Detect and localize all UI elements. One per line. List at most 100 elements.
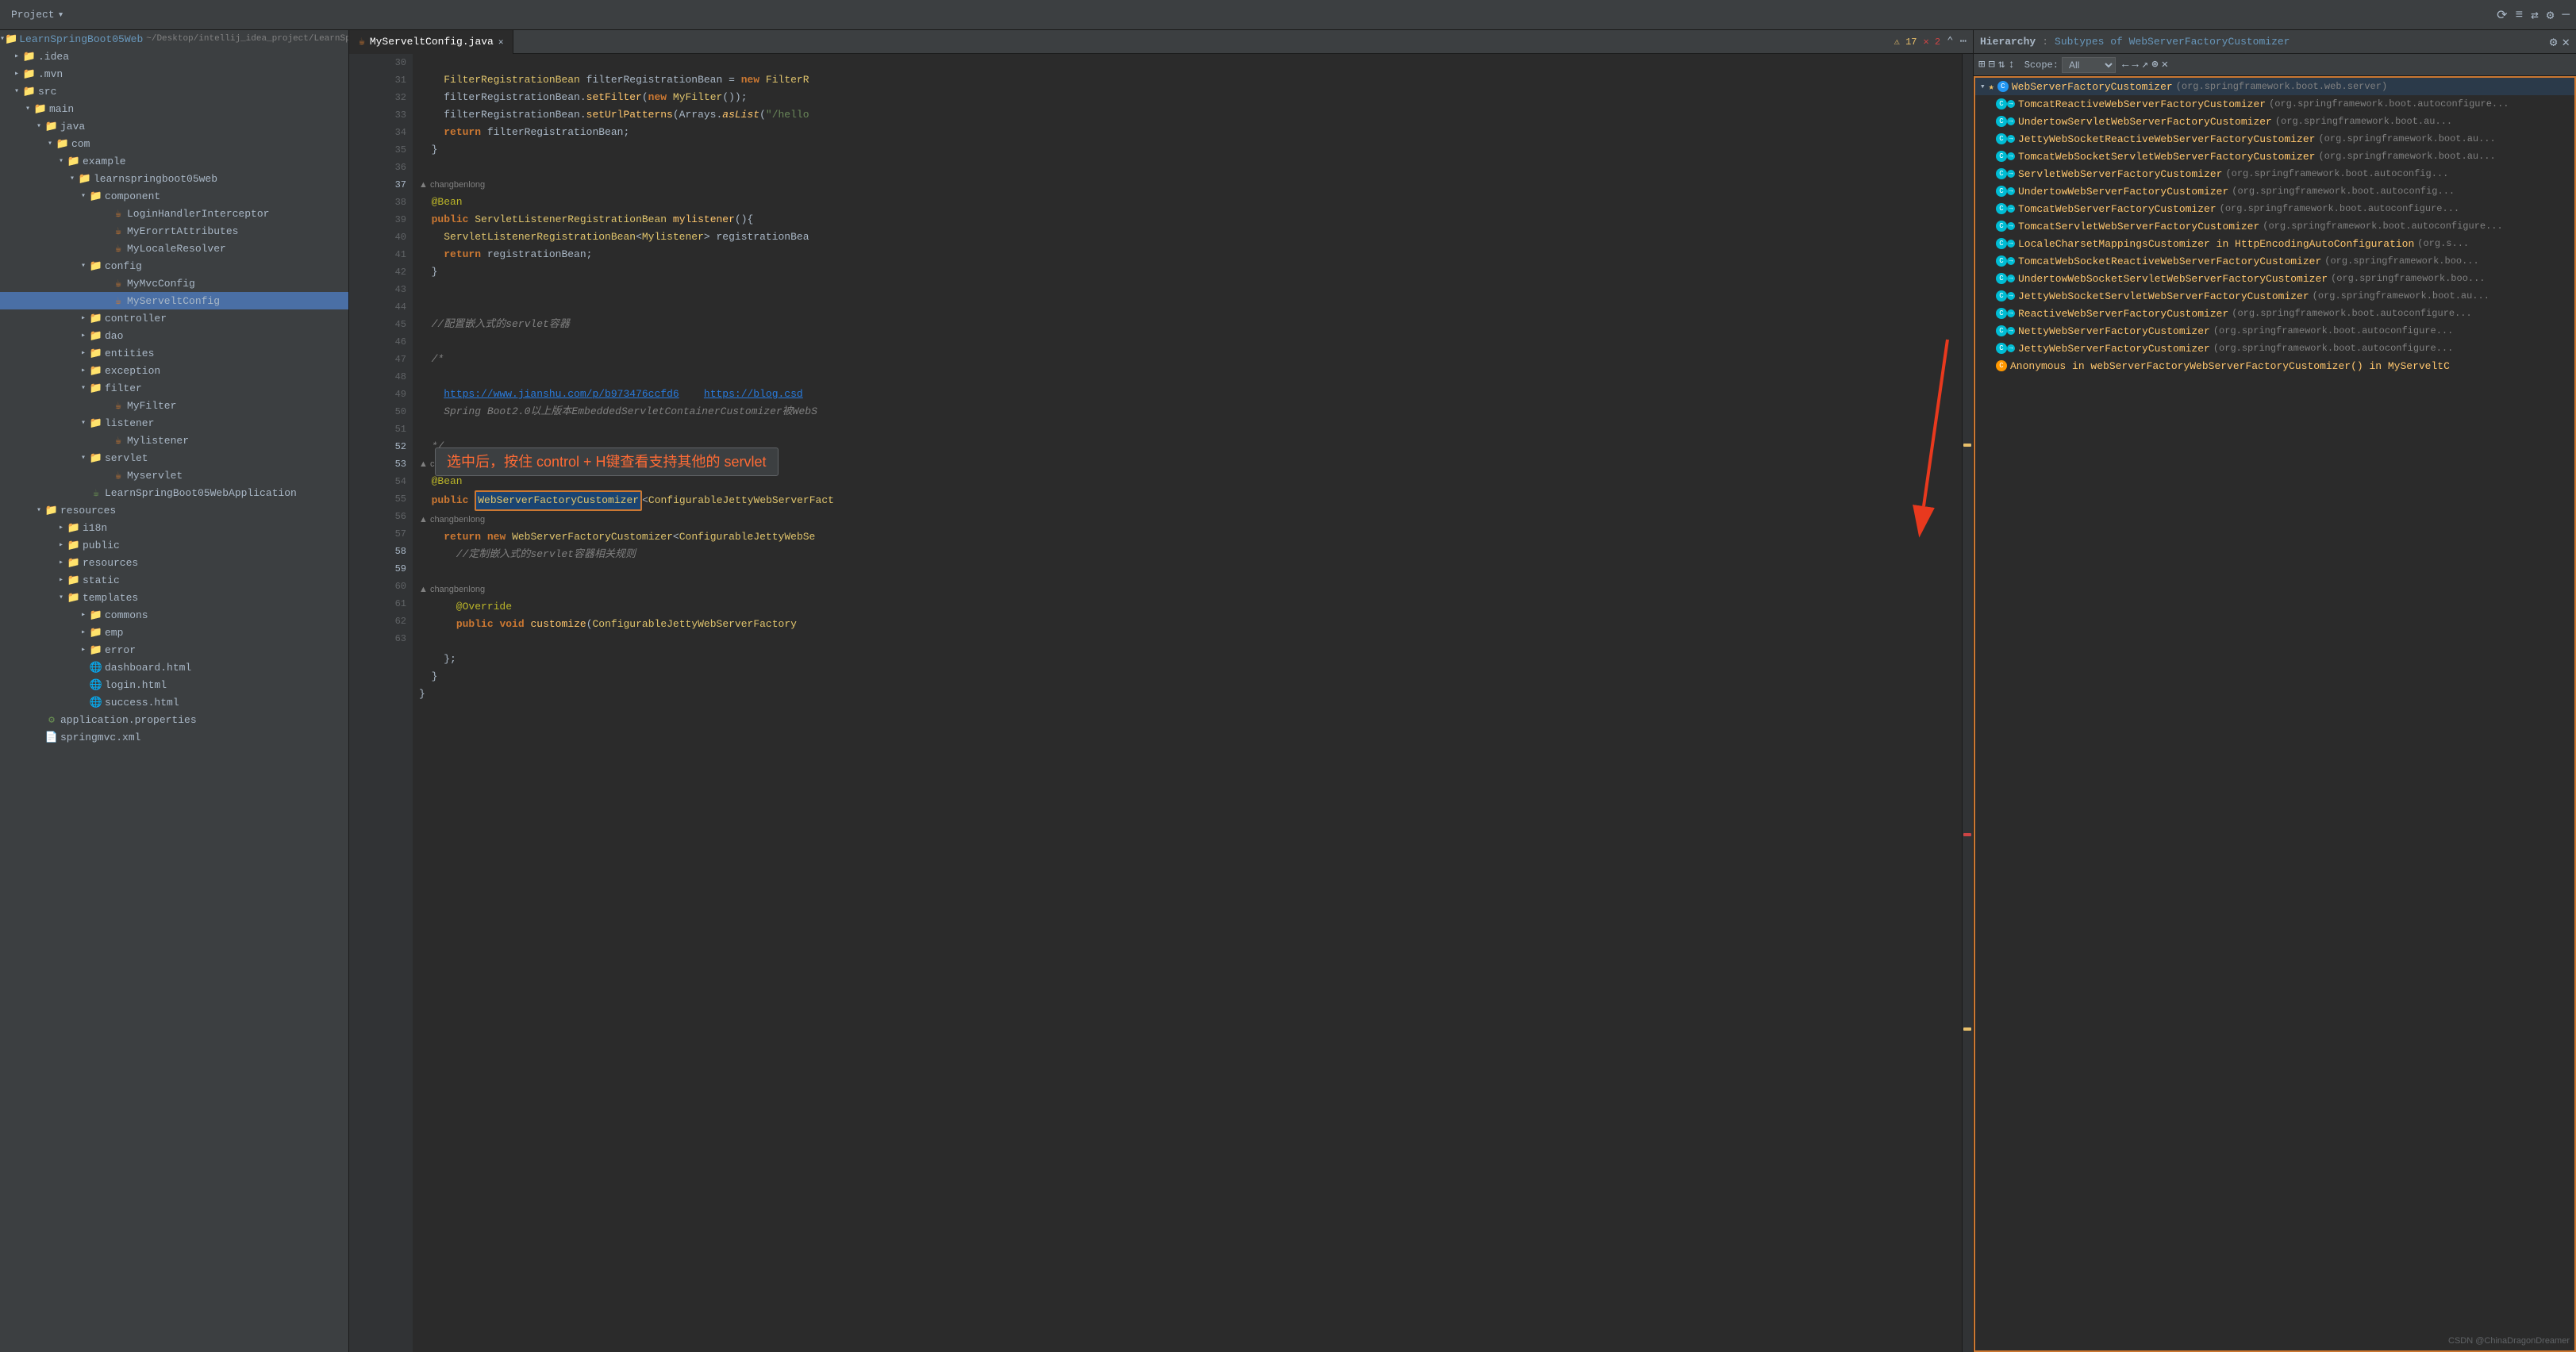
sidebar-item-config[interactable]: ▾ 📁 config [0,257,348,275]
sidebar-item-templates[interactable]: ▾ 📁 templates [0,589,348,606]
csdn-watermark: CSDN @ChinaDragonDreamer [2448,1336,2570,1346]
sidebar-item-servlet[interactable]: ▾ 📁 servlet [0,449,348,467]
sidebar-item-learnspringboot05web[interactable]: ▾ 📁 learnspringboot05web [0,170,348,187]
code-line-38: public ServletListenerRegistrationBean m… [419,211,1955,229]
tab-myserveltconfig[interactable]: ☕ MyServeltConfig.java ✕ [349,30,513,54]
sidebar-item-commons[interactable]: ▸ 📁 commons [0,606,348,624]
scope-dropdown[interactable]: All Project [2062,57,2116,73]
editor-more-icon[interactable]: ⋯ [1960,35,1967,48]
sidebar-item-mylocalresolver[interactable]: ▸ ☕ MyLocaleResolver [0,240,348,257]
hierarchy-item-10[interactable]: C → TomcatWebSocketReactiveWebServerFact… [1975,252,2574,270]
diff-icon[interactable]: ⇄ [2531,7,2539,23]
code-line-37: ▲ changbenlong [419,176,1955,194]
sidebar-item-mylistener[interactable]: ▸ ☕ Mylistener [0,432,348,449]
sidebar-item-exception[interactable]: ▸ 📁 exception [0,362,348,379]
sidebar-item-static[interactable]: ▸ 📁 static [0,571,348,589]
hierarchy-item-1[interactable]: C → TomcatReactiveWebServerFactoryCustom… [1975,95,2574,113]
sidebar-item-i18n[interactable]: ▸ 📁 i18n [0,519,348,536]
sidebar-item-mymvcconfig[interactable]: ▸ ☕ MyMvcConfig [0,275,348,292]
structure-icon[interactable]: ≡ [2516,8,2524,22]
code-line-52: @Bean [419,473,1955,490]
sidebar-item-myfilter[interactable]: ▸ ☕ MyFilter [0,397,348,414]
sidebar-item-learnapp[interactable]: ▸ ☕ LearnSpringBoot05WebApplication [0,484,348,501]
sidebar-item-springmvc-xml[interactable]: ▸ 📄 springmvc.xml [0,728,348,746]
sync-icon[interactable]: ⟳ [2497,7,2507,23]
code-line-59: public void customize(ConfigurableJettyW… [419,616,1955,633]
sidebar-item-idea[interactable]: ▸ 📁 .idea [0,48,348,65]
code-line-47 [419,368,1955,386]
sidebar-item-myerrorattributes[interactable]: ▸ ☕ MyErorrtAttributes [0,222,348,240]
sidebar-item-resources2[interactable]: ▸ 📁 resources [0,554,348,571]
sidebar: ▾ 📁 LearnSpringBoot05Web ~/Desktop/intel… [0,30,349,1352]
hierarchy-item-8[interactable]: C → TomcatServletWebServerFactoryCustomi… [1975,217,2574,235]
hierarchy-item-root[interactable]: ▾ ★ C WebServerFactoryCustomizer (org.sp… [1975,78,2574,95]
sidebar-item-resources-main[interactable]: ▾ 📁 resources [0,501,348,519]
sidebar-item-mvn[interactable]: ▸ 📁 .mvn [0,65,348,83]
hierarchy-item-16[interactable]: C Anonymous in webServerFactoryWebServer… [1975,357,2574,374]
hierarchy-item-6[interactable]: C → UndertowWebServerFactoryCustomizer (… [1975,182,2574,200]
hierarchy-item-2[interactable]: C → UndertowServletWebServerFactoryCusto… [1975,113,2574,130]
code-content[interactable]: FilterRegistrationBean filterRegistratio… [413,54,1962,1352]
hierarchy-item-3[interactable]: C → JettyWebSocketReactiveWebServerFacto… [1975,130,2574,148]
sidebar-item-java[interactable]: ▾ 📁 java [0,117,348,135]
code-line-46: /* [419,351,1955,368]
hierarchy-type-icon[interactable]: ⇅ [1998,58,2005,71]
sidebar-item-controller[interactable]: ▸ 📁 controller [0,309,348,327]
sort-icon[interactable]: ↕ [2008,59,2014,71]
code-line-34: return filterRegistrationBean; [419,124,1955,141]
top-bar: Project ▾ ⟳ ≡ ⇄ ⚙ ─ [0,0,2576,30]
sidebar-item-application-properties[interactable]: ▸ ⚙ application.properties [0,711,348,728]
hierarchy-item-14[interactable]: C → NettyWebServerFactoryCustomizer (org… [1975,322,2574,340]
sidebar-item-main[interactable]: ▾ 📁 main [0,100,348,117]
settings-icon[interactable]: ⚙ [2547,7,2555,23]
hierarchy-item-9[interactable]: C → LocaleCharsetMappingsCustomizer in H… [1975,235,2574,252]
expand-all-icon[interactable]: ⊞ [1978,58,1985,71]
sidebar-item-filter[interactable]: ▾ 📁 filter [0,379,348,397]
editor-expand-icon[interactable]: ⌃ [1947,35,1953,48]
sidebar-item-example[interactable]: ▾ 📁 example [0,152,348,170]
sidebar-item-myserveltconfig[interactable]: ▸ ☕ MyServeltConfig [0,292,348,309]
sidebar-item-com[interactable]: ▾ 📁 com [0,135,348,152]
sidebar-item-entities[interactable]: ▸ 📁 entities [0,344,348,362]
nav-forward-icon[interactable]: → [2132,59,2138,71]
warning-count[interactable]: ⚠ 17 [1894,36,1917,48]
code-line-58: @Override [419,598,1955,616]
hierarchy-item-5[interactable]: C → ServletWebServerFactoryCustomizer (o… [1975,165,2574,182]
error-count[interactable]: ✕ 2 [1923,36,1940,48]
hierarchy-item-4[interactable]: C → TomcatWebSocketServletWebServerFacto… [1975,148,2574,165]
nav-back-icon[interactable]: ← [2122,59,2128,71]
hierarchy-item-12[interactable]: C → JettyWebSocketServletWebServerFactor… [1975,287,2574,305]
hierarchy-item-15[interactable]: C → JettyWebServerFactoryCustomizer (org… [1975,340,2574,357]
expand-icon2[interactable]: ↗ [2142,58,2148,71]
code-area: 30 31 32 33 34 35 36 37 38 39 40 41 42 4… [349,54,1973,1352]
collapse-all-icon[interactable]: ⊟ [1988,58,1994,71]
sidebar-item-emp[interactable]: ▸ 📁 emp [0,624,348,641]
minimize-icon[interactable]: ─ [2562,8,2570,22]
hierarchy-item-13[interactable]: C → ReactiveWebServerFactoryCustomizer (… [1975,305,2574,322]
code-line-35: } [419,141,1955,159]
sidebar-item-dao[interactable]: ▸ 📁 dao [0,327,348,344]
sidebar-item-success-html[interactable]: ▸ 🌐 success.html [0,693,348,711]
sidebar-item-login-html[interactable]: ▸ 🌐 login.html [0,676,348,693]
auto-scroll-icon[interactable]: ⊛ [2151,58,2158,71]
close-panel-icon[interactable]: ✕ [2162,58,2168,71]
sidebar-item-public[interactable]: ▸ 📁 public [0,536,348,554]
hierarchy-item-11[interactable]: C → UndertowWebSocketServletWebServerFac… [1975,270,2574,287]
top-bar-icons: ⟳ ≡ ⇄ ⚙ ─ [2497,7,2570,23]
sidebar-item-listener[interactable]: ▾ 📁 listener [0,414,348,432]
sidebar-item-root[interactable]: ▾ 📁 LearnSpringBoot05Web ~/Desktop/intel… [0,30,348,48]
sidebar-item-component[interactable]: ▾ 📁 component [0,187,348,205]
hierarchy-settings-icon[interactable]: ⚙ [2550,34,2558,50]
hierarchy-close-icon[interactable]: ✕ [2562,34,2570,50]
sidebar-item-src[interactable]: ▾ 📁 src [0,83,348,100]
sidebar-item-loginhandlerinterceptor[interactable]: ▸ ☕ LoginHandlerInterceptor [0,205,348,222]
hierarchy-item-7[interactable]: C → TomcatWebServerFactoryCustomizer (or… [1975,200,2574,217]
sidebar-item-error[interactable]: ▸ 📁 error [0,641,348,659]
hierarchy-toolbar: ⊞ ⊟ ⇅ ↕ Scope: All Project ← → ↗ ⊛ ✕ [1974,54,2576,76]
code-line-58-author: ▲ changbenlong [419,581,1955,598]
scroll-bar[interactable] [1962,54,1973,1352]
tab-close-icon[interactable]: ✕ [498,36,504,48]
project-dropdown[interactable]: Project ▾ [6,7,68,22]
sidebar-item-dashboard-html[interactable]: ▸ 🌐 dashboard.html [0,659,348,676]
sidebar-item-myservlet[interactable]: ▸ ☕ Myservlet [0,467,348,484]
